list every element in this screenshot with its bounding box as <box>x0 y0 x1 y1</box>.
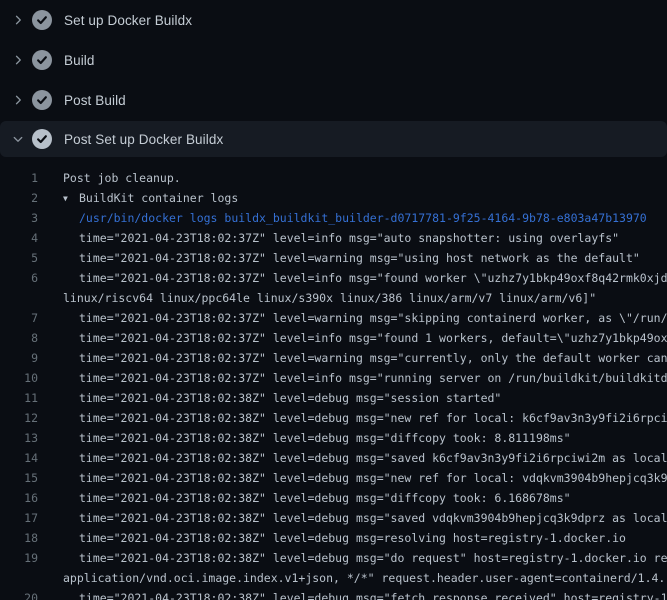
step-header-build[interactable]: Build <box>0 40 667 80</box>
line-number[interactable]: 10 <box>0 368 38 388</box>
line-number[interactable]: 18 <box>0 528 38 548</box>
line-number[interactable]: 1 <box>0 168 38 188</box>
log-text: Post job cleanup. <box>63 168 181 188</box>
log-text: time="2021-04-23T18:02:37Z" level=warnin… <box>79 248 640 268</box>
log-line: 5 time="2021-04-23T18:02:37Z" level=warn… <box>0 248 667 268</box>
log-text: ▼BuildKit container logs <box>63 188 238 208</box>
log-text: time="2021-04-23T18:02:38Z" level=debug … <box>79 468 667 488</box>
check-circle-icon <box>32 50 52 70</box>
step-label: Post Set up Docker Buildx <box>64 132 223 147</box>
log-line-wrap-continuation: application/vnd.oci.image.index.v1+json,… <box>0 568 667 588</box>
line-number[interactable]: 14 <box>0 448 38 468</box>
check-circle-icon <box>32 10 52 30</box>
log-text: time="2021-04-23T18:02:37Z" level=info m… <box>79 228 619 248</box>
log-line: 17 time="2021-04-23T18:02:38Z" level=deb… <box>0 508 667 528</box>
group-title: BuildKit container logs <box>79 191 238 205</box>
log-text: time="2021-04-23T18:02:37Z" level=info m… <box>79 328 667 348</box>
log-text: time="2021-04-23T18:02:38Z" level=debug … <box>79 428 571 448</box>
log-text: time="2021-04-23T18:02:37Z" level=warnin… <box>79 348 667 368</box>
log-line: 9 time="2021-04-23T18:02:37Z" level=warn… <box>0 348 667 368</box>
step-header-post-setup-docker-buildx[interactable]: Post Set up Docker Buildx <box>0 121 667 157</box>
line-number[interactable]: 6 <box>0 268 38 288</box>
log-line: 1 Post job cleanup. <box>0 168 667 188</box>
line-number[interactable]: 13 <box>0 428 38 448</box>
log-text: time="2021-04-23T18:02:37Z" level=info m… <box>79 268 667 288</box>
step-header-post-build[interactable]: Post Build <box>0 80 667 120</box>
log-line: 12 time="2021-04-23T18:02:38Z" level=deb… <box>0 408 667 428</box>
log-line: 20 time="2021-04-23T18:02:38Z" level=deb… <box>0 588 667 600</box>
line-number[interactable]: 3 <box>0 208 38 228</box>
log-text: time="2021-04-23T18:02:37Z" level=info m… <box>79 368 667 388</box>
log-text: time="2021-04-23T18:02:38Z" level=debug … <box>79 528 626 548</box>
log-text: time="2021-04-23T18:02:38Z" level=debug … <box>79 488 571 508</box>
line-number[interactable]: 7 <box>0 308 38 328</box>
line-number[interactable]: 20 <box>0 588 38 600</box>
log-text: application/vnd.oci.image.index.v1+json,… <box>63 568 665 588</box>
check-circle-icon <box>32 90 52 110</box>
actions-log-viewer: Set up Docker Buildx Build Post Build <box>0 0 667 600</box>
line-number[interactable]: 11 <box>0 388 38 408</box>
log-text: time="2021-04-23T18:02:38Z" level=debug … <box>79 388 501 408</box>
step-header-setup-docker-buildx[interactable]: Set up Docker Buildx <box>0 0 667 40</box>
step-label: Build <box>64 53 95 68</box>
step-label: Post Build <box>64 93 126 108</box>
triangle-down-icon[interactable]: ▼ <box>63 189 79 208</box>
log-line: 6 time="2021-04-23T18:02:37Z" level=info… <box>0 268 667 288</box>
log-text: time="2021-04-23T18:02:38Z" level=debug … <box>79 508 667 528</box>
log-line: 7 time="2021-04-23T18:02:37Z" level=warn… <box>0 308 667 328</box>
line-number[interactable]: 16 <box>0 488 38 508</box>
chevron-right-icon <box>10 52 26 68</box>
step-label: Set up Docker Buildx <box>64 13 192 28</box>
line-number[interactable]: 4 <box>0 228 38 248</box>
log-line-wrap-continuation: linux/riscv64 linux/ppc64le linux/s390x … <box>0 288 667 308</box>
chevron-right-icon <box>10 92 26 108</box>
log-line: 15 time="2021-04-23T18:02:38Z" level=deb… <box>0 468 667 488</box>
log-line: 14 time="2021-04-23T18:02:38Z" level=deb… <box>0 448 667 468</box>
log-line: 8 time="2021-04-23T18:02:37Z" level=info… <box>0 328 667 348</box>
log-line: 18 time="2021-04-23T18:02:38Z" level=deb… <box>0 528 667 548</box>
line-number[interactable]: 12 <box>0 408 38 428</box>
log-text: time="2021-04-23T18:02:38Z" level=debug … <box>79 408 667 428</box>
log-line: 19 time="2021-04-23T18:02:38Z" level=deb… <box>0 548 667 568</box>
line-number[interactable]: 15 <box>0 468 38 488</box>
line-number[interactable]: 8 <box>0 328 38 348</box>
log-output: 1 Post job cleanup. 2 ▼BuildKit containe… <box>0 157 667 600</box>
log-line: 10 time="2021-04-23T18:02:37Z" level=inf… <box>0 368 667 388</box>
line-number[interactable]: 17 <box>0 508 38 528</box>
log-text: time="2021-04-23T18:02:38Z" level=debug … <box>79 548 667 568</box>
check-circle-icon <box>32 129 52 149</box>
log-line: 16 time="2021-04-23T18:02:38Z" level=deb… <box>0 488 667 508</box>
log-group-toggle[interactable]: 2 ▼BuildKit container logs <box>0 188 667 208</box>
line-number <box>0 288 38 308</box>
log-line-command: 3 /usr/bin/docker logs buildx_buildkit_b… <box>0 208 667 228</box>
step-list: Set up Docker Buildx Build Post Build <box>0 0 667 157</box>
line-number[interactable]: 9 <box>0 348 38 368</box>
line-number[interactable]: 5 <box>0 248 38 268</box>
line-number[interactable]: 2 <box>0 188 38 208</box>
log-text: time="2021-04-23T18:02:38Z" level=debug … <box>79 448 667 468</box>
chevron-down-icon <box>10 131 26 147</box>
line-number <box>0 568 38 588</box>
log-text: time="2021-04-23T18:02:37Z" level=warnin… <box>79 308 667 328</box>
log-line: 4 time="2021-04-23T18:02:37Z" level=info… <box>0 228 667 248</box>
log-text: /usr/bin/docker logs buildx_buildkit_bui… <box>79 208 647 228</box>
line-number[interactable]: 19 <box>0 548 38 568</box>
log-line: 13 time="2021-04-23T18:02:38Z" level=deb… <box>0 428 667 448</box>
log-text: linux/riscv64 linux/ppc64le linux/s390x … <box>63 288 596 308</box>
chevron-right-icon <box>10 12 26 28</box>
log-line: 11 time="2021-04-23T18:02:38Z" level=deb… <box>0 388 667 408</box>
log-text: time="2021-04-23T18:02:38Z" level=debug … <box>79 588 667 600</box>
